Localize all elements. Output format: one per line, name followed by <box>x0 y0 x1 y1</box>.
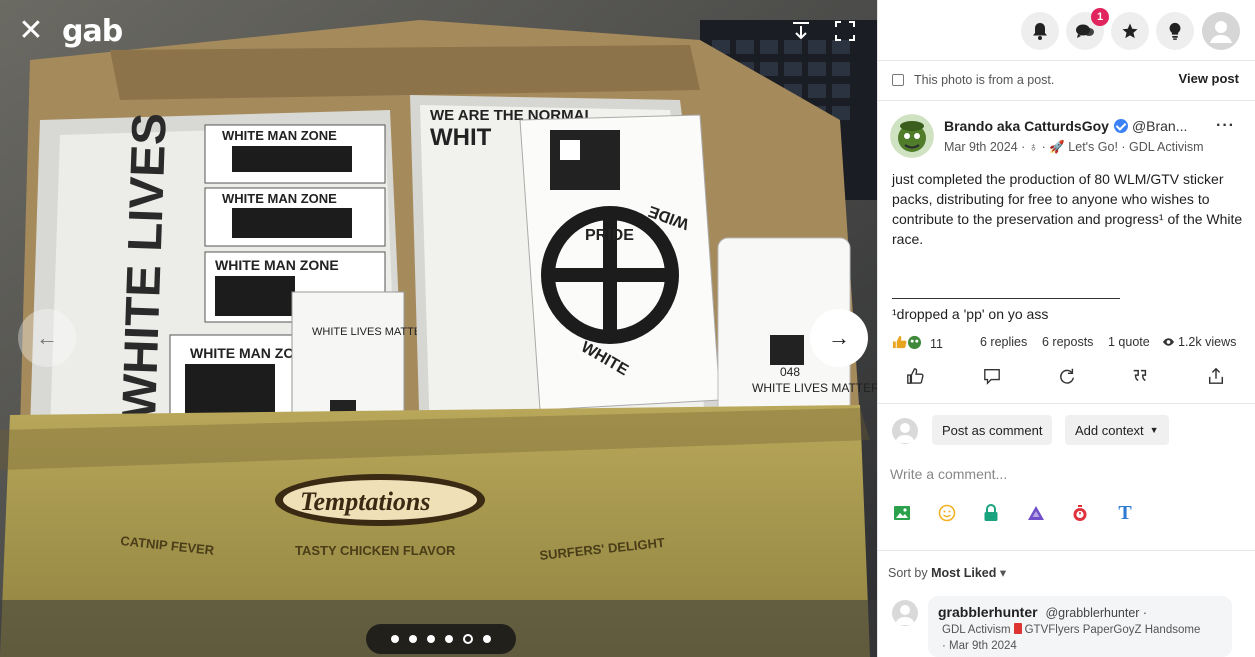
photo-banner-partial: WHIT <box>430 124 492 151</box>
image-icon[interactable] <box>891 502 913 524</box>
reply-author-name[interactable]: grabblerhunter <box>938 604 1038 620</box>
author-avatar[interactable] <box>890 114 934 158</box>
chevron-down-icon: ▾ <box>999 566 1007 580</box>
post-footnote: ¹dropped a 'pp' on yo ass <box>892 306 1049 322</box>
reply-author-handle[interactable]: @grabblerhunter · <box>1045 606 1147 620</box>
photo-box-mid: TASTY CHICKEN FLAVOR <box>295 543 456 558</box>
divider <box>878 60 1255 61</box>
post-divider <box>892 298 1120 299</box>
divider <box>878 100 1255 101</box>
pager-dot[interactable] <box>445 635 453 643</box>
reply-meta: GDL Activism GTVFlyers PaperGoyZ Handsome… <box>942 622 1232 654</box>
chevron-down-icon: ▼ <box>1149 425 1159 435</box>
post-note-text: This photo is from a post. <box>914 73 1055 87</box>
comment-icon[interactable] <box>979 364 1005 388</box>
document-icon <box>892 74 904 86</box>
post-panel: 1 This photo is from a post. View post B… <box>877 0 1255 657</box>
media-viewer: WHITE MAN ZONE WHITE MAN ZONE WHITE MAN … <box>0 0 877 657</box>
photo-sheet-header-2: WHITE MAN ZONE <box>222 191 337 206</box>
poll-icon[interactable] <box>1025 502 1047 524</box>
post-stats: 11 6 replies 6 reposts 1 quote 1.2k view… <box>892 335 1244 353</box>
more-options-icon[interactable]: ··· <box>1216 117 1235 135</box>
quote-icon[interactable] <box>1127 364 1153 388</box>
photo-sheet-header-3: WHITE MAN ZONE <box>215 257 339 273</box>
thumbs-up-reaction-icon <box>892 335 907 352</box>
reply-tags: GTVFlyers PaperGoyZ Handsome <box>1024 624 1201 636</box>
sort-dropdown[interactable]: Sort by Most Liked ▾ <box>888 565 1006 580</box>
photo-box-brand: Temptations <box>300 487 431 516</box>
like-icon[interactable] <box>902 364 928 388</box>
replies-count[interactable]: 6 replies <box>980 335 1027 349</box>
text-format-icon[interactable]: T <box>1114 502 1136 524</box>
fullscreen-icon[interactable] <box>828 14 862 48</box>
photo-vertical-text: WHITE LIVES <box>113 112 177 420</box>
bell-icon[interactable] <box>1021 12 1059 50</box>
sort-prefix: Sort by <box>888 566 932 580</box>
arrow-right-icon[interactable]: → <box>810 309 868 367</box>
emoji-icon[interactable] <box>936 502 958 524</box>
author-display-name[interactable]: Brando aka CatturdsGoy <box>944 118 1109 134</box>
photo-sheet-header-1: WHITE MAN ZONE <box>222 128 337 143</box>
reply-author[interactable]: grabblerhunter @grabblerhunter · <box>938 604 1147 620</box>
reply-author-avatar[interactable] <box>892 600 918 626</box>
divider <box>878 403 1255 404</box>
pager-dot-active[interactable] <box>463 634 473 644</box>
repost-icon[interactable] <box>1054 364 1080 388</box>
gab-logo[interactable]: gab <box>62 14 123 49</box>
lock-icon[interactable] <box>980 502 1002 524</box>
photo-card-small-text: WHITE LIVES MATTER <box>312 326 429 338</box>
reply-date: · Mar 9th 2024 <box>942 640 1017 652</box>
photo-pride-text: PRIDE <box>585 227 634 244</box>
verified-badge-icon <box>1113 119 1128 133</box>
views-text: 1.2k views <box>1178 335 1237 349</box>
share-icon[interactable] <box>1203 364 1229 388</box>
pager-dot[interactable] <box>391 635 399 643</box>
reaction-count: 11 <box>930 336 943 351</box>
image-pager <box>366 624 516 654</box>
add-context-label: Add context <box>1075 422 1144 438</box>
user-avatar-icon[interactable] <box>1202 12 1240 50</box>
my-avatar <box>892 418 918 444</box>
download-icon[interactable] <box>784 14 818 48</box>
reply-group[interactable]: GDL Activism <box>942 624 1011 636</box>
post-meta: Mar 9th 2024 · ♁ · 🚀 Let's Go! · GDL Act… <box>944 140 1204 154</box>
divider <box>878 550 1255 551</box>
photo-card-large-number: 048 <box>780 365 800 379</box>
pepe-reaction-icon <box>907 335 922 352</box>
author-name[interactable]: Brando aka CatturdsGoy @Bran... <box>944 118 1187 134</box>
arrow-left-icon[interactable]: ← <box>18 309 76 367</box>
lightbulb-icon[interactable] <box>1156 12 1194 50</box>
star-icon[interactable] <box>1111 12 1149 50</box>
notification-badge: 1 <box>1091 8 1109 26</box>
sort-value: Most Liked <box>931 566 997 580</box>
reposts-count[interactable]: 6 reposts <box>1042 335 1093 349</box>
eye-icon <box>1162 338 1175 346</box>
comment-input[interactable] <box>890 462 1242 486</box>
quotes-count[interactable]: 1 quote <box>1108 335 1150 349</box>
author-handle[interactable]: @Bran... <box>1132 118 1187 134</box>
views-count: 1.2k views <box>1162 335 1236 349</box>
close-icon[interactable]: ✕ <box>14 14 48 48</box>
pager-dot[interactable] <box>409 635 417 643</box>
view-post-link[interactable]: View post <box>1179 71 1239 86</box>
reply-card: grabblerhunter @grabblerhunter · GDL Act… <box>928 596 1232 657</box>
pager-dot[interactable] <box>483 635 491 643</box>
add-context-button[interactable]: Add context ▼ <box>1065 415 1169 445</box>
post-body: just completed the production of 80 WLM/… <box>892 171 1243 247</box>
timer-icon[interactable] <box>1069 502 1091 524</box>
red-flag-icon <box>1013 623 1022 634</box>
post-as-comment-button[interactable]: Post as comment <box>932 415 1053 445</box>
pager-dot[interactable] <box>427 635 435 643</box>
top-bar: 1 <box>878 0 1255 60</box>
photo-card-large-text: WHITE LIVES MATTER <box>752 381 877 395</box>
post-photo: WHITE MAN ZONE WHITE MAN ZONE WHITE MAN … <box>0 0 877 657</box>
reactions[interactable]: 11 <box>892 335 943 352</box>
